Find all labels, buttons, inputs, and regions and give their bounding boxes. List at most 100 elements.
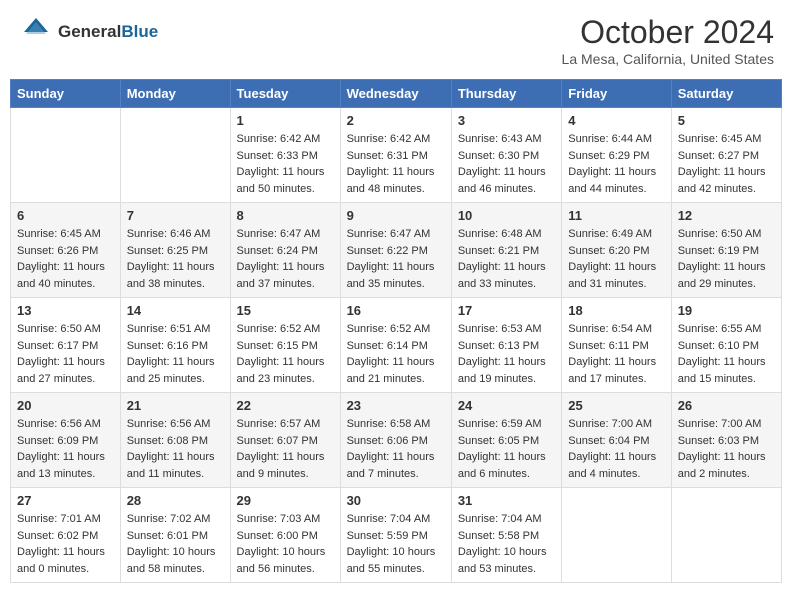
calendar-cell: 26 Sunrise: 7:00 AM Sunset: 6:03 PM Dayl… xyxy=(671,393,781,488)
sunset: Sunset: 6:31 PM xyxy=(347,150,428,162)
calendar-cell: 12 Sunrise: 6:50 AM Sunset: 6:19 PM Dayl… xyxy=(671,203,781,298)
sunset: Sunset: 6:08 PM xyxy=(127,435,208,447)
day-number: 24 xyxy=(458,398,555,413)
daylight: Daylight: 11 hours and 23 minutes. xyxy=(237,356,325,385)
sunset: Sunset: 6:19 PM xyxy=(678,245,759,257)
day-info: Sunrise: 6:46 AM Sunset: 6:25 PM Dayligh… xyxy=(127,226,224,292)
calendar-cell xyxy=(562,488,671,583)
day-number: 13 xyxy=(17,303,114,318)
calendar-cell: 16 Sunrise: 6:52 AM Sunset: 6:14 PM Dayl… xyxy=(340,298,451,393)
daylight: Daylight: 11 hours and 29 minutes. xyxy=(678,261,766,290)
calendar-cell: 7 Sunrise: 6:46 AM Sunset: 6:25 PM Dayli… xyxy=(120,203,230,298)
sunset: Sunset: 6:24 PM xyxy=(237,245,318,257)
daylight: Daylight: 11 hours and 44 minutes. xyxy=(568,166,656,195)
day-number: 4 xyxy=(568,113,664,128)
sunset: Sunset: 6:10 PM xyxy=(678,340,759,352)
day-number: 19 xyxy=(678,303,775,318)
sunrise: Sunrise: 7:02 AM xyxy=(127,513,211,525)
sunrise: Sunrise: 6:49 AM xyxy=(568,228,652,240)
day-number: 11 xyxy=(568,208,664,223)
day-info: Sunrise: 6:48 AM Sunset: 6:21 PM Dayligh… xyxy=(458,226,555,292)
sunrise: Sunrise: 6:48 AM xyxy=(458,228,542,240)
calendar-week-row: 6 Sunrise: 6:45 AM Sunset: 6:26 PM Dayli… xyxy=(11,203,782,298)
sunrise: Sunrise: 6:54 AM xyxy=(568,323,652,335)
day-number: 18 xyxy=(568,303,664,318)
daylight: Daylight: 11 hours and 4 minutes. xyxy=(568,451,656,480)
day-info: Sunrise: 6:43 AM Sunset: 6:30 PM Dayligh… xyxy=(458,131,555,197)
day-info: Sunrise: 6:52 AM Sunset: 6:14 PM Dayligh… xyxy=(347,321,445,387)
sunset: Sunset: 6:20 PM xyxy=(568,245,649,257)
sunrise: Sunrise: 7:01 AM xyxy=(17,513,101,525)
calendar-cell: 30 Sunrise: 7:04 AM Sunset: 5:59 PM Dayl… xyxy=(340,488,451,583)
daylight: Daylight: 11 hours and 46 minutes. xyxy=(458,166,546,195)
sunrise: Sunrise: 6:45 AM xyxy=(17,228,101,240)
daylight: Daylight: 11 hours and 7 minutes. xyxy=(347,451,435,480)
daylight: Daylight: 11 hours and 31 minutes. xyxy=(568,261,656,290)
sunset: Sunset: 5:58 PM xyxy=(458,530,539,542)
day-number: 27 xyxy=(17,493,114,508)
daylight: Daylight: 10 hours and 58 minutes. xyxy=(127,546,216,575)
daylight: Daylight: 11 hours and 33 minutes. xyxy=(458,261,546,290)
logo-blue: Blue xyxy=(121,22,158,42)
day-info: Sunrise: 6:47 AM Sunset: 6:22 PM Dayligh… xyxy=(347,226,445,292)
day-info: Sunrise: 6:59 AM Sunset: 6:05 PM Dayligh… xyxy=(458,416,555,482)
day-info: Sunrise: 7:00 AM Sunset: 6:04 PM Dayligh… xyxy=(568,416,664,482)
sunrise: Sunrise: 6:50 AM xyxy=(678,228,762,240)
day-info: Sunrise: 7:00 AM Sunset: 6:03 PM Dayligh… xyxy=(678,416,775,482)
day-info: Sunrise: 6:45 AM Sunset: 6:26 PM Dayligh… xyxy=(17,226,114,292)
sunrise: Sunrise: 6:58 AM xyxy=(347,418,431,430)
calendar-week-row: 13 Sunrise: 6:50 AM Sunset: 6:17 PM Dayl… xyxy=(11,298,782,393)
daylight: Daylight: 11 hours and 15 minutes. xyxy=(678,356,766,385)
logo-general: General xyxy=(58,22,121,42)
sunrise: Sunrise: 6:45 AM xyxy=(678,133,762,145)
sunrise: Sunrise: 6:42 AM xyxy=(237,133,321,145)
logo-text: General Blue xyxy=(58,22,158,42)
daylight: Daylight: 11 hours and 25 minutes. xyxy=(127,356,215,385)
calendar-cell xyxy=(671,488,781,583)
sunrise: Sunrise: 6:55 AM xyxy=(678,323,762,335)
sunset: Sunset: 6:07 PM xyxy=(237,435,318,447)
weekday-header: Friday xyxy=(562,80,671,108)
title-block: October 2024 La Mesa, California, United… xyxy=(562,14,774,67)
daylight: Daylight: 10 hours and 56 minutes. xyxy=(237,546,326,575)
daylight: Daylight: 11 hours and 42 minutes. xyxy=(678,166,766,195)
day-number: 17 xyxy=(458,303,555,318)
daylight: Daylight: 11 hours and 11 minutes. xyxy=(127,451,215,480)
sunrise: Sunrise: 6:43 AM xyxy=(458,133,542,145)
day-number: 6 xyxy=(17,208,114,223)
day-info: Sunrise: 6:51 AM Sunset: 6:16 PM Dayligh… xyxy=(127,321,224,387)
day-number: 10 xyxy=(458,208,555,223)
sunset: Sunset: 6:02 PM xyxy=(17,530,98,542)
weekday-header: Saturday xyxy=(671,80,781,108)
daylight: Daylight: 11 hours and 40 minutes. xyxy=(17,261,105,290)
day-number: 31 xyxy=(458,493,555,508)
day-info: Sunrise: 7:02 AM Sunset: 6:01 PM Dayligh… xyxy=(127,511,224,577)
daylight: Daylight: 10 hours and 53 minutes. xyxy=(458,546,547,575)
day-info: Sunrise: 7:01 AM Sunset: 6:02 PM Dayligh… xyxy=(17,511,114,577)
sunset: Sunset: 6:06 PM xyxy=(347,435,428,447)
day-number: 7 xyxy=(127,208,224,223)
sunset: Sunset: 6:22 PM xyxy=(347,245,428,257)
calendar-cell: 5 Sunrise: 6:45 AM Sunset: 6:27 PM Dayli… xyxy=(671,108,781,203)
daylight: Daylight: 11 hours and 0 minutes. xyxy=(17,546,105,575)
daylight: Daylight: 11 hours and 9 minutes. xyxy=(237,451,325,480)
day-info: Sunrise: 6:52 AM Sunset: 6:15 PM Dayligh… xyxy=(237,321,334,387)
daylight: Daylight: 11 hours and 37 minutes. xyxy=(237,261,325,290)
daylight: Daylight: 11 hours and 27 minutes. xyxy=(17,356,105,385)
day-number: 12 xyxy=(678,208,775,223)
day-number: 26 xyxy=(678,398,775,413)
calendar-header-row: SundayMondayTuesdayWednesdayThursdayFrid… xyxy=(11,80,782,108)
sunrise: Sunrise: 6:50 AM xyxy=(17,323,101,335)
sunset: Sunset: 6:21 PM xyxy=(458,245,539,257)
sunset: Sunset: 6:00 PM xyxy=(237,530,318,542)
day-number: 28 xyxy=(127,493,224,508)
calendar-cell: 23 Sunrise: 6:58 AM Sunset: 6:06 PM Dayl… xyxy=(340,393,451,488)
daylight: Daylight: 11 hours and 19 minutes. xyxy=(458,356,546,385)
sunset: Sunset: 6:27 PM xyxy=(678,150,759,162)
day-number: 14 xyxy=(127,303,224,318)
day-number: 22 xyxy=(237,398,334,413)
weekday-header: Monday xyxy=(120,80,230,108)
day-info: Sunrise: 6:42 AM Sunset: 6:33 PM Dayligh… xyxy=(237,131,334,197)
calendar-cell: 20 Sunrise: 6:56 AM Sunset: 6:09 PM Dayl… xyxy=(11,393,121,488)
sunrise: Sunrise: 6:51 AM xyxy=(127,323,211,335)
